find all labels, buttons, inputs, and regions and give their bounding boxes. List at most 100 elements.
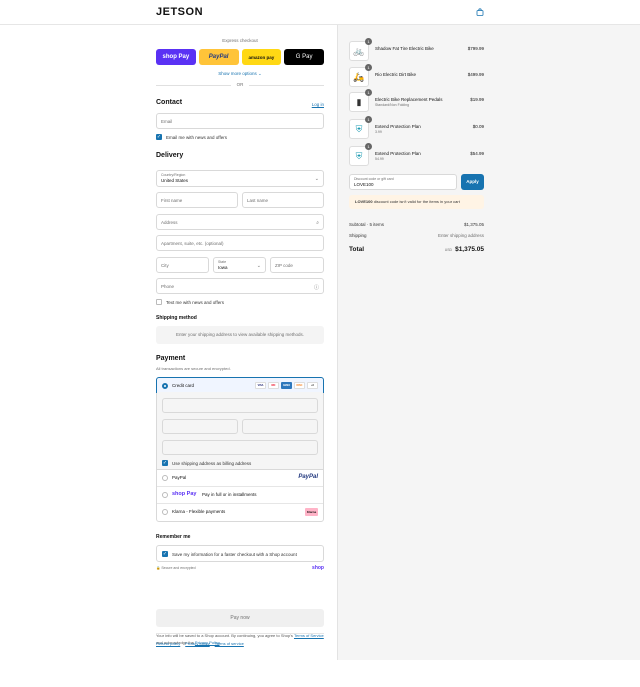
- total-amount: USD $1,375.05: [445, 246, 484, 253]
- card-number-field[interactable]: [162, 398, 318, 413]
- discount-field[interactable]: Discount code or gift card LOVE100: [349, 174, 457, 190]
- payment-options: Credit card VISA MC AMEX DISC +6 ✓ Use s…: [156, 377, 324, 522]
- item-variant: 3.99: [375, 130, 382, 134]
- security-code-field[interactable]: [242, 419, 318, 434]
- currency-code: USD: [444, 248, 453, 252]
- last-name-placeholder: Last name: [247, 198, 269, 203]
- email-news-checkbox[interactable]: ✓ Email me with news and offers: [156, 134, 227, 140]
- total-value: $1,375.05: [455, 246, 484, 253]
- quantity-badge: 1: [365, 143, 372, 150]
- chevron-down-icon: ⌄: [256, 263, 261, 269]
- radio-icon[interactable]: [162, 475, 168, 481]
- apartment-field[interactable]: Apartment, suite, etc. (optional): [156, 235, 324, 251]
- save-info-checkbox[interactable]: ✓ Save my information for a faster check…: [162, 551, 297, 557]
- quantity-badge: 1: [365, 116, 372, 123]
- checkbox-icon[interactable]: ✓: [156, 134, 162, 140]
- klarna-label: Klarna - Flexible payments: [172, 509, 226, 514]
- shopping-bag-icon[interactable]: [476, 8, 484, 16]
- card-brands: VISA MC AMEX DISC +6: [255, 382, 318, 389]
- expiration-field[interactable]: [162, 419, 238, 434]
- shipping-value: Enter shipping address: [437, 233, 484, 238]
- cart-item: 🛵 1 Rio Electric Dirt Bike $499.99: [349, 64, 484, 87]
- paypal-button[interactable]: PayPal: [198, 49, 239, 65]
- klarna-logo: Klarna: [305, 508, 318, 516]
- shop-pay-logo: shop Pay: [172, 491, 197, 497]
- checkbox-icon[interactable]: ✓: [162, 460, 168, 466]
- amazon-pay-button[interactable]: amazon pay: [241, 49, 282, 65]
- help-icon[interactable]: ⓘ: [314, 284, 319, 291]
- paypal-option[interactable]: PayPal PayPal: [157, 470, 323, 487]
- or-divider: OR: [156, 82, 324, 88]
- subtotal-row: Subtotal · 5 items $1,375.05: [349, 222, 484, 227]
- phone-placeholder: Phone: [161, 284, 175, 289]
- zip-field[interactable]: ZIP code: [270, 257, 324, 273]
- total-row: Total USD $1,375.05: [349, 246, 484, 253]
- country-select[interactable]: Country/Region United States ⌄: [156, 170, 324, 187]
- google-pay-button[interactable]: G Pay: [284, 49, 324, 65]
- remember-me-box: ✓ Save my information for a faster check…: [156, 545, 324, 562]
- email-news-label: Email me with news and offers: [166, 134, 227, 140]
- payment-subtitle: All transactions are secure and encrypte…: [156, 366, 231, 371]
- shop-pay-label: Pay in full or in installments: [202, 492, 257, 497]
- city-field[interactable]: City: [156, 257, 209, 273]
- radio-icon[interactable]: [162, 492, 168, 498]
- state-select[interactable]: State Iowa ⌄: [213, 257, 266, 273]
- apply-button[interactable]: Apply: [461, 174, 484, 190]
- payment-title: Payment: [156, 355, 186, 362]
- radio-icon[interactable]: [162, 509, 168, 515]
- country-label: Country/Region: [161, 173, 186, 177]
- cart-item: 🚲 1 Shadow Fat Tire Electric Bike $799.9…: [349, 38, 484, 61]
- item-name: Shadow Fat Tire Electric Bike: [375, 46, 434, 51]
- privacy-policy-link[interactable]: Privacy policy: [185, 641, 209, 646]
- amex-icon: AMEX: [281, 382, 292, 389]
- state-label: State: [218, 260, 227, 264]
- quantity-badge: 1: [365, 89, 372, 96]
- item-price: $799.99: [467, 46, 484, 51]
- credit-card-label: Credit card: [172, 383, 195, 388]
- city-placeholder: City: [161, 263, 169, 268]
- login-link[interactable]: Log in: [312, 102, 324, 107]
- first-name-placeholder: First name: [161, 198, 183, 203]
- item-price: $0.09: [472, 124, 484, 129]
- warning-code: LOVE100: [355, 199, 373, 204]
- checkbox-icon[interactable]: ✓: [162, 551, 168, 557]
- item-name: Extend Protection Plan: [375, 124, 421, 129]
- billing-label: Use shipping address as billing address: [172, 460, 252, 466]
- address-field[interactable]: Address ⌕: [156, 214, 324, 230]
- name-on-card-field[interactable]: [162, 440, 318, 455]
- logo[interactable]: JETSON: [156, 6, 203, 18]
- discount-value: LOVE100: [354, 182, 374, 187]
- checkbox-icon[interactable]: [156, 299, 162, 305]
- billing-checkbox[interactable]: ✓ Use shipping address as billing addres…: [162, 460, 251, 466]
- phone-field[interactable]: Phone ⓘ: [156, 278, 324, 294]
- discount-warning: LOVE100 discount code isn't valid for th…: [349, 195, 484, 209]
- first-name-field[interactable]: First name: [156, 192, 238, 208]
- email-field[interactable]: Email: [156, 113, 324, 129]
- apartment-placeholder: Apartment, suite, etc. (optional): [161, 241, 224, 246]
- last-name-field[interactable]: Last name: [242, 192, 324, 208]
- pay-now-button[interactable]: Pay now: [156, 609, 324, 627]
- klarna-option[interactable]: Klarna - Flexible payments Klarna: [157, 504, 323, 521]
- quantity-badge: 1: [365, 64, 372, 71]
- more-brands-icon: +6: [307, 382, 318, 389]
- refund-policy-link[interactable]: Refund policy: [156, 641, 180, 646]
- text-news-checkbox[interactable]: Text me with news and offers: [156, 299, 224, 305]
- visa-icon: VISA: [255, 382, 266, 389]
- radio-selected-icon[interactable]: [162, 383, 168, 389]
- discount-label: Discount code or gift card: [354, 177, 394, 181]
- warning-text: discount code isn't valid for the items …: [372, 199, 460, 204]
- shipping-label: Shipping: [349, 233, 367, 238]
- shipping-row: Shipping Enter shipping address: [349, 233, 484, 238]
- show-more-options[interactable]: Show more options ⌄: [156, 71, 324, 77]
- shipping-method-placeholder: Enter your shipping address to view avai…: [156, 326, 324, 344]
- shop-pay-button[interactable]: shop Pay: [156, 49, 196, 65]
- email-placeholder: Email: [161, 119, 173, 124]
- shop-pay-option[interactable]: shop Pay Pay in full or in installments: [157, 487, 323, 504]
- paypal-logo: PayPal: [298, 474, 318, 480]
- shipping-method-title: Shipping method: [156, 315, 197, 321]
- item-price: $54.99: [470, 151, 484, 156]
- item-name: Extend Protection Plan: [375, 151, 421, 156]
- zip-placeholder: ZIP code: [275, 263, 293, 268]
- terms-of-service-link[interactable]: Terms of service: [215, 641, 244, 646]
- credit-card-option[interactable]: Credit card VISA MC AMEX DISC +6: [156, 377, 324, 393]
